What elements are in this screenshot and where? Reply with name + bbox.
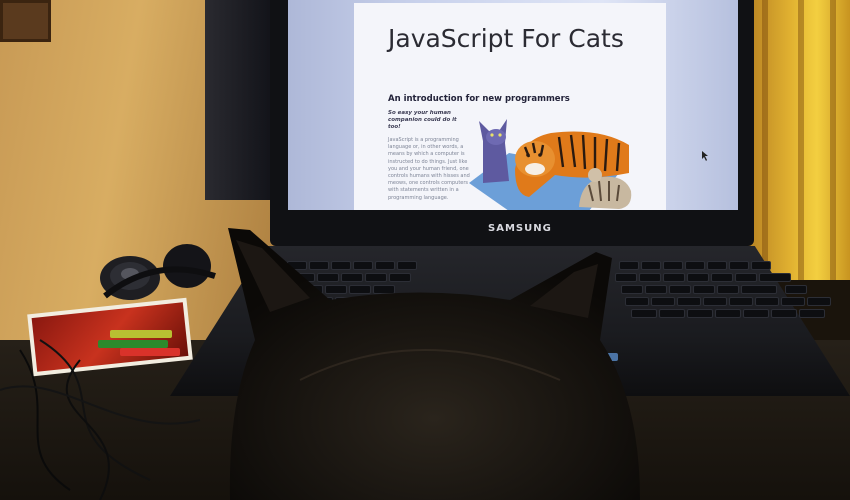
photo-scene: JavaScript For Cats An introduction for … [0,0,850,500]
black-cat-head [228,228,640,500]
